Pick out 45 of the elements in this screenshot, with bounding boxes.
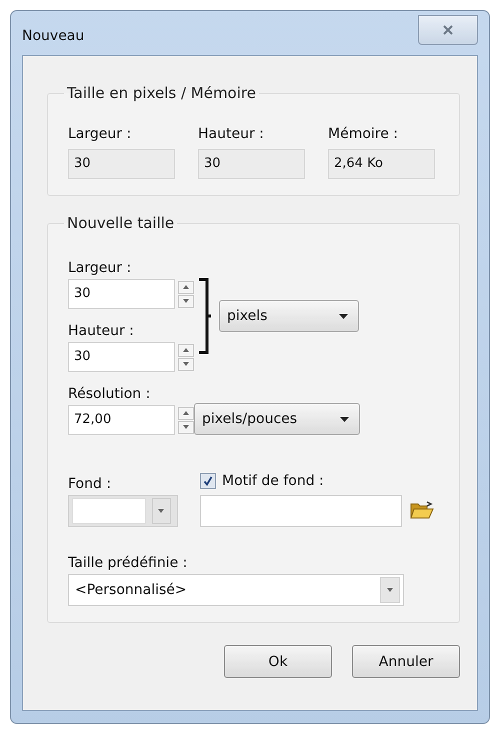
caret-icon	[158, 509, 164, 513]
unit-dropdown[interactable]: pixels	[219, 300, 359, 332]
input-field[interactable]: 30	[68, 342, 175, 372]
checkbox[interactable]	[200, 473, 216, 489]
readonly-field: 30	[68, 149, 175, 179]
field-label: Taille prédéfinie :	[68, 555, 188, 571]
field-label: Fond :	[68, 476, 112, 492]
up-arrow-icon	[183, 285, 189, 289]
readonly-field: 2,64 Ko	[328, 149, 435, 179]
cancel-button[interactable]: Annuler	[352, 645, 460, 678]
readonly-field: 30	[198, 149, 305, 179]
preset-dropdown[interactable]: <Personnalisé>	[68, 574, 404, 606]
up-arrow-icon	[183, 411, 189, 415]
down-arrow-icon	[183, 425, 189, 429]
field-label: Hauteur :	[68, 323, 135, 339]
down-arrow-icon	[183, 299, 189, 303]
close-icon	[443, 25, 453, 35]
spin-up-button[interactable]	[178, 280, 194, 294]
input-field[interactable]	[200, 495, 402, 527]
group-title: Taille en pixels / Mémoire	[66, 84, 257, 102]
resolution-unit-dropdown[interactable]: pixels/pouces	[194, 403, 360, 435]
field-label: Hauteur :	[198, 126, 265, 142]
check-icon	[203, 476, 213, 486]
field-label: Largeur :	[68, 260, 132, 276]
link-bracket-icon	[199, 278, 211, 354]
folder-icon[interactable]	[410, 501, 434, 521]
spin-down-button[interactable]	[178, 358, 194, 370]
up-arrow-icon	[183, 348, 189, 352]
down-arrow-icon	[183, 362, 189, 366]
spin-up-button[interactable]	[178, 344, 194, 356]
ok-button[interactable]: Ok	[224, 645, 332, 678]
spin-up-button[interactable]	[178, 406, 194, 420]
window-title: Nouveau	[22, 28, 84, 44]
field-label: Largeur :	[68, 126, 132, 142]
spin-down-button[interactable]	[178, 420, 194, 434]
group-title: Nouvelle taille	[66, 214, 176, 232]
input-field[interactable]: 72,00	[68, 405, 175, 435]
checkbox-label: Motif de fond :	[222, 473, 324, 489]
field-label: Résolution :	[68, 386, 152, 402]
caret-icon	[340, 416, 349, 422]
caret-icon	[387, 588, 393, 592]
input-field[interactable]: 30	[68, 279, 175, 309]
caret-icon	[339, 314, 348, 318]
field-label: Mémoire :	[328, 126, 400, 142]
spin-down-button[interactable]	[178, 294, 194, 308]
